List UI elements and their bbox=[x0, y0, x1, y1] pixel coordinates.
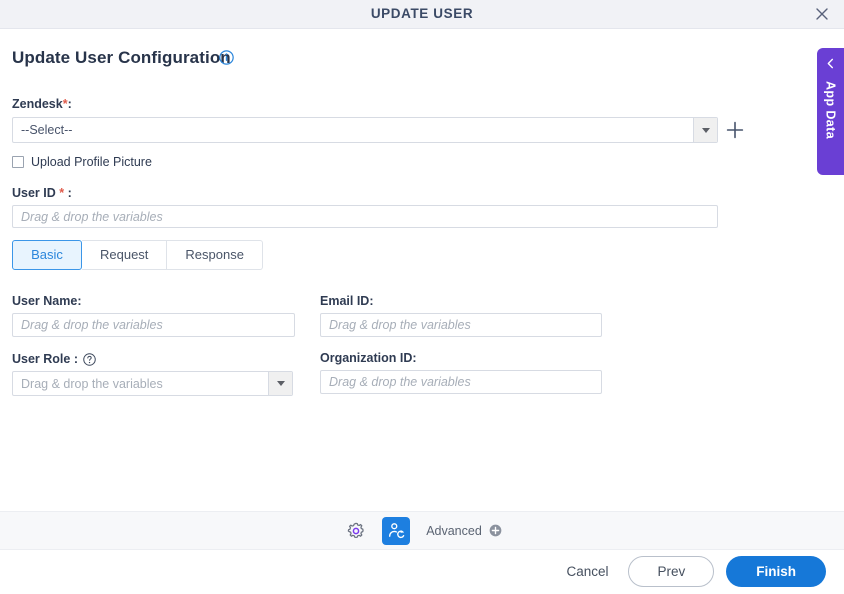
question-mark-icon[interactable] bbox=[83, 352, 96, 366]
upload-profile-picture-row[interactable]: Upload Profile Picture bbox=[12, 153, 152, 171]
info-icon[interactable] bbox=[219, 50, 234, 70]
upload-profile-picture-checkbox[interactable] bbox=[12, 156, 24, 168]
user-id-label-text: User ID bbox=[12, 186, 56, 200]
email-id-input[interactable]: Drag & drop the variables bbox=[320, 313, 602, 337]
organization-id-input[interactable]: Drag & drop the variables bbox=[320, 370, 602, 394]
app-data-label: App Data bbox=[823, 81, 838, 140]
user-id-required-mark: * bbox=[59, 186, 65, 200]
configuration-tabs: Basic Request Response bbox=[12, 240, 263, 270]
zendesk-dropdown-toggle[interactable] bbox=[693, 118, 717, 142]
gear-icon[interactable] bbox=[342, 517, 370, 545]
app-data-panel-toggle[interactable]: App Data bbox=[817, 48, 844, 175]
tab-basic[interactable]: Basic bbox=[12, 240, 82, 270]
user-name-input[interactable]: Drag & drop the variables bbox=[12, 313, 295, 337]
finish-button[interactable]: Finish bbox=[726, 555, 826, 587]
chevron-left-icon bbox=[825, 56, 836, 74]
prev-button[interactable]: Prev bbox=[628, 555, 715, 587]
dialog-titlebar: UPDATE USER bbox=[0, 0, 844, 29]
toolbar-items: Advanced bbox=[342, 516, 502, 545]
user-update-icon[interactable] bbox=[382, 516, 411, 545]
zendesk-label-text: Zendesk bbox=[12, 97, 63, 111]
bottom-toolbar: Advanced bbox=[0, 511, 844, 550]
zendesk-selected-value: --Select-- bbox=[21, 123, 73, 137]
email-id-label: Email ID: bbox=[320, 294, 374, 308]
organization-id-label: Organization ID: bbox=[320, 351, 417, 365]
user-name-label: User Name: bbox=[12, 294, 82, 308]
user-role-select[interactable]: Drag & drop the variables bbox=[12, 371, 293, 396]
user-id-input[interactable]: Drag & drop the variables bbox=[12, 205, 718, 228]
chevron-down-icon bbox=[701, 127, 710, 133]
dialog-footer: Cancel Prev Finish bbox=[0, 548, 844, 594]
zendesk-label-colon: : bbox=[67, 97, 72, 111]
user-role-placeholder: Drag & drop the variables bbox=[21, 376, 163, 391]
plus-circle-icon[interactable] bbox=[489, 524, 502, 537]
upload-profile-picture-label: Upload Profile Picture bbox=[31, 155, 152, 169]
user-id-label-colon: : bbox=[67, 186, 72, 200]
user-name-placeholder: Drag & drop the variables bbox=[21, 318, 163, 332]
dialog-title: UPDATE USER bbox=[370, 6, 474, 21]
update-user-dialog: UPDATE USER Update User Configuration Ze… bbox=[0, 0, 844, 594]
user-role-label: User Role : bbox=[12, 352, 96, 366]
user-id-label: User ID * : bbox=[12, 186, 72, 200]
cancel-button[interactable]: Cancel bbox=[556, 558, 618, 585]
user-role-dropdown-toggle[interactable] bbox=[268, 372, 292, 395]
chevron-down-icon bbox=[276, 381, 285, 386]
zendesk-label: Zendesk*: bbox=[12, 97, 72, 111]
zendesk-select[interactable]: --Select-- bbox=[12, 117, 718, 143]
advanced-label: Advanced bbox=[426, 523, 482, 538]
email-id-placeholder: Drag & drop the variables bbox=[329, 318, 471, 332]
user-id-placeholder: Drag & drop the variables bbox=[21, 209, 163, 224]
advanced-button[interactable]: Advanced bbox=[426, 524, 502, 538]
add-zendesk-plus-icon[interactable] bbox=[726, 121, 744, 144]
tab-response[interactable]: Response bbox=[167, 240, 263, 270]
user-role-label-text: User Role : bbox=[12, 352, 78, 366]
close-icon[interactable] bbox=[808, 3, 836, 25]
page-title: Update User Configuration bbox=[12, 48, 231, 67]
tab-request[interactable]: Request bbox=[82, 240, 168, 270]
organization-id-placeholder: Drag & drop the variables bbox=[329, 375, 471, 389]
